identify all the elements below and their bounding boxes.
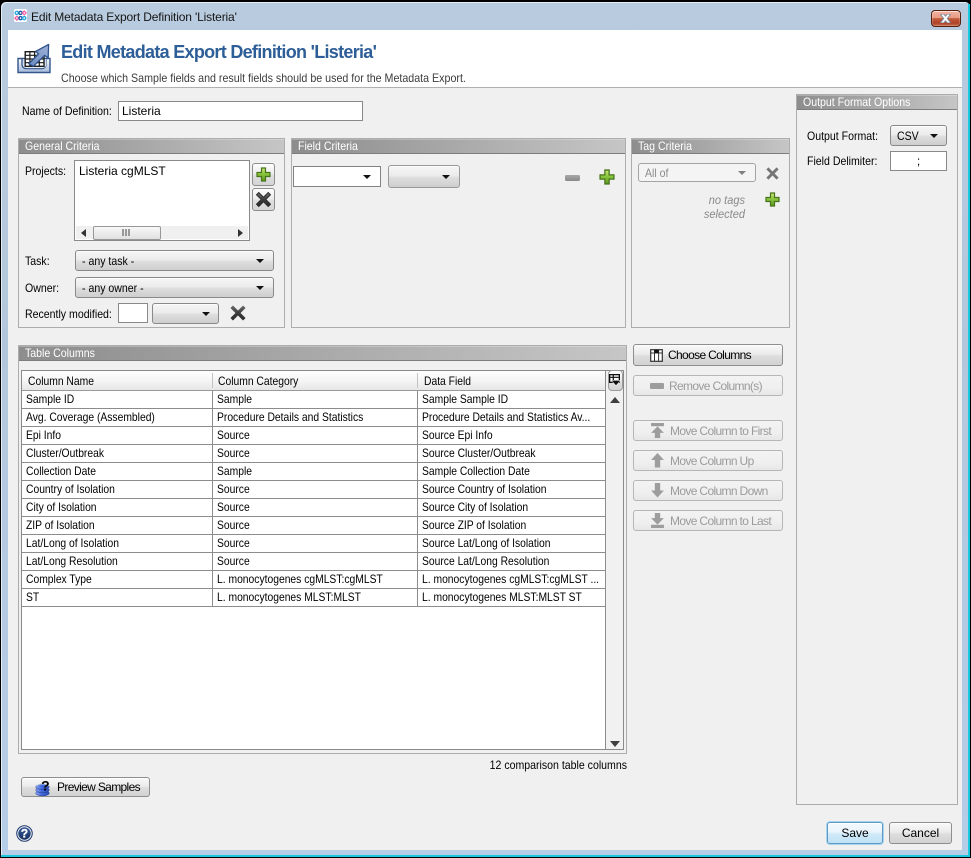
svg-text:?: ? bbox=[21, 826, 28, 840]
svg-text:?: ? bbox=[41, 778, 50, 794]
